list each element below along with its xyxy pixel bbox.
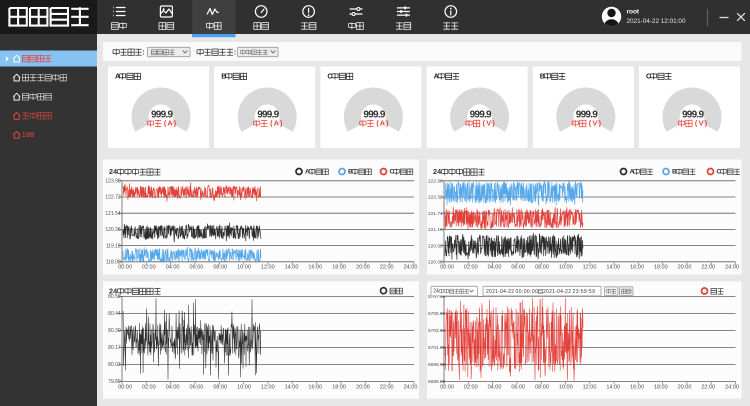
svg-text:80.44: 80.44 (108, 311, 121, 317)
svg-text:18:00: 18:00 (654, 265, 668, 271)
svg-text:10:00: 10:00 (559, 384, 573, 390)
svg-text:220.58: 220.58 (428, 243, 443, 249)
svg-text:221.74: 221.74 (428, 211, 443, 217)
svg-text:80.58: 80.58 (108, 294, 121, 300)
svg-text:00:00:00: 00:00:00 (516, 289, 539, 295)
svg-text:16:00: 16:00 (308, 265, 322, 271)
svg-text:06:00: 06:00 (511, 384, 525, 390)
svg-text:2021-04-22: 2021-04-22 (486, 289, 514, 295)
svg-text:2021-04-22 12:01:00: 2021-04-22 12:01:00 (627, 18, 686, 25)
svg-text:06:00: 06:00 (511, 265, 525, 271)
svg-text:80.17: 80.17 (108, 345, 121, 351)
svg-text:24:00: 24:00 (725, 384, 739, 390)
svg-text:16:00: 16:00 (630, 384, 644, 390)
svg-text:04:00: 04:00 (488, 265, 502, 271)
svg-text:16:00: 16:00 (630, 265, 644, 271)
svg-text:06:00: 06:00 (190, 265, 204, 271)
svg-text:10:00: 10:00 (237, 265, 251, 271)
svg-text:24:00: 24:00 (404, 265, 418, 271)
svg-text:122.72: 122.72 (105, 195, 121, 201)
svg-text:14:00: 14:00 (285, 265, 299, 271)
svg-text:5699.98: 5699.98 (428, 362, 446, 368)
svg-text:121.54: 121.54 (105, 211, 121, 217)
svg-text:(V): (V) (589, 119, 602, 128)
svg-text:24:00: 24:00 (404, 384, 418, 390)
svg-text:222.90: 222.90 (428, 179, 443, 185)
svg-text:22:00: 22:00 (701, 384, 715, 390)
svg-text:5703.94: 5703.94 (428, 328, 446, 334)
svg-text:(V): (V) (695, 119, 708, 128)
svg-text:12:00: 12:00 (261, 265, 275, 271)
svg-text:(A): (A) (164, 119, 177, 128)
svg-text:24:00: 24:00 (725, 265, 739, 271)
svg-text:14:00: 14:00 (606, 384, 620, 390)
svg-text:02:00: 02:00 (464, 265, 478, 271)
svg-text:00:00: 00:00 (440, 384, 454, 390)
svg-text:80.03: 80.03 (108, 362, 121, 368)
svg-text:123.90: 123.90 (105, 179, 121, 185)
svg-text:00:00: 00:00 (118, 384, 132, 390)
svg-text:04:00: 04:00 (166, 384, 180, 390)
svg-text::: : (142, 47, 144, 56)
svg-text:(A): (A) (376, 119, 389, 128)
svg-text:(A): (A) (270, 119, 283, 128)
svg-text:22:00: 22:00 (380, 265, 394, 271)
svg-text:119.18: 119.18 (106, 243, 121, 249)
svg-text:120.36: 120.36 (105, 227, 121, 233)
svg-text:222.32: 222.32 (428, 195, 443, 201)
svg-text:18:00: 18:00 (332, 265, 346, 271)
svg-text:02:00: 02:00 (142, 384, 156, 390)
svg-text:10:00: 10:00 (237, 384, 251, 390)
svg-text:20:00: 20:00 (678, 265, 692, 271)
svg-text:14:00: 14:00 (285, 384, 299, 390)
svg-text:12:00: 12:00 (583, 265, 597, 271)
svg-text:22:00: 22:00 (380, 384, 394, 390)
svg-text:02:00: 02:00 (464, 384, 478, 390)
svg-text:(V): (V) (483, 119, 496, 128)
svg-text:22:00: 22:00 (701, 265, 715, 271)
svg-text:18:00: 18:00 (332, 384, 346, 390)
svg-text:12:00: 12:00 (261, 384, 275, 390)
svg-text:04:00: 04:00 (488, 384, 502, 390)
svg-text:14:00: 14:00 (606, 265, 620, 271)
svg-text:root: root (627, 9, 640, 16)
svg-text:04:00: 04:00 (166, 265, 180, 271)
svg-text:08:00: 08:00 (213, 265, 227, 271)
svg-text:02:00: 02:00 (142, 265, 156, 271)
svg-text:2021-04-22: 2021-04-22 (543, 289, 571, 295)
svg-text::: : (234, 47, 236, 56)
svg-text:10:00: 10:00 (559, 265, 573, 271)
svg-text:00:00: 00:00 (118, 265, 132, 271)
svg-text:24: 24 (433, 167, 441, 176)
svg-text:16:00: 16:00 (308, 384, 322, 390)
svg-text:80.30: 80.30 (108, 328, 121, 334)
svg-text:20:00: 20:00 (356, 384, 370, 390)
svg-text:188: 188 (22, 130, 34, 139)
svg-text:5705.92: 5705.92 (428, 311, 446, 317)
svg-text:23:59:59: 23:59:59 (573, 289, 596, 295)
svg-text:08:00: 08:00 (535, 384, 549, 390)
svg-text:221.16: 221.16 (428, 227, 443, 233)
svg-text:20:00: 20:00 (678, 384, 692, 390)
svg-text:00:00: 00:00 (440, 265, 454, 271)
svg-text:18:00: 18:00 (654, 384, 668, 390)
svg-text:06:00: 06:00 (190, 384, 204, 390)
svg-text:5701.96: 5701.96 (428, 345, 446, 351)
svg-text:08:00: 08:00 (535, 265, 549, 271)
svg-text:20:00: 20:00 (356, 265, 370, 271)
svg-text:08:00: 08:00 (213, 384, 227, 390)
svg-text:24: 24 (109, 167, 117, 176)
svg-text:12:00: 12:00 (583, 384, 597, 390)
svg-text:24: 24 (433, 289, 439, 295)
